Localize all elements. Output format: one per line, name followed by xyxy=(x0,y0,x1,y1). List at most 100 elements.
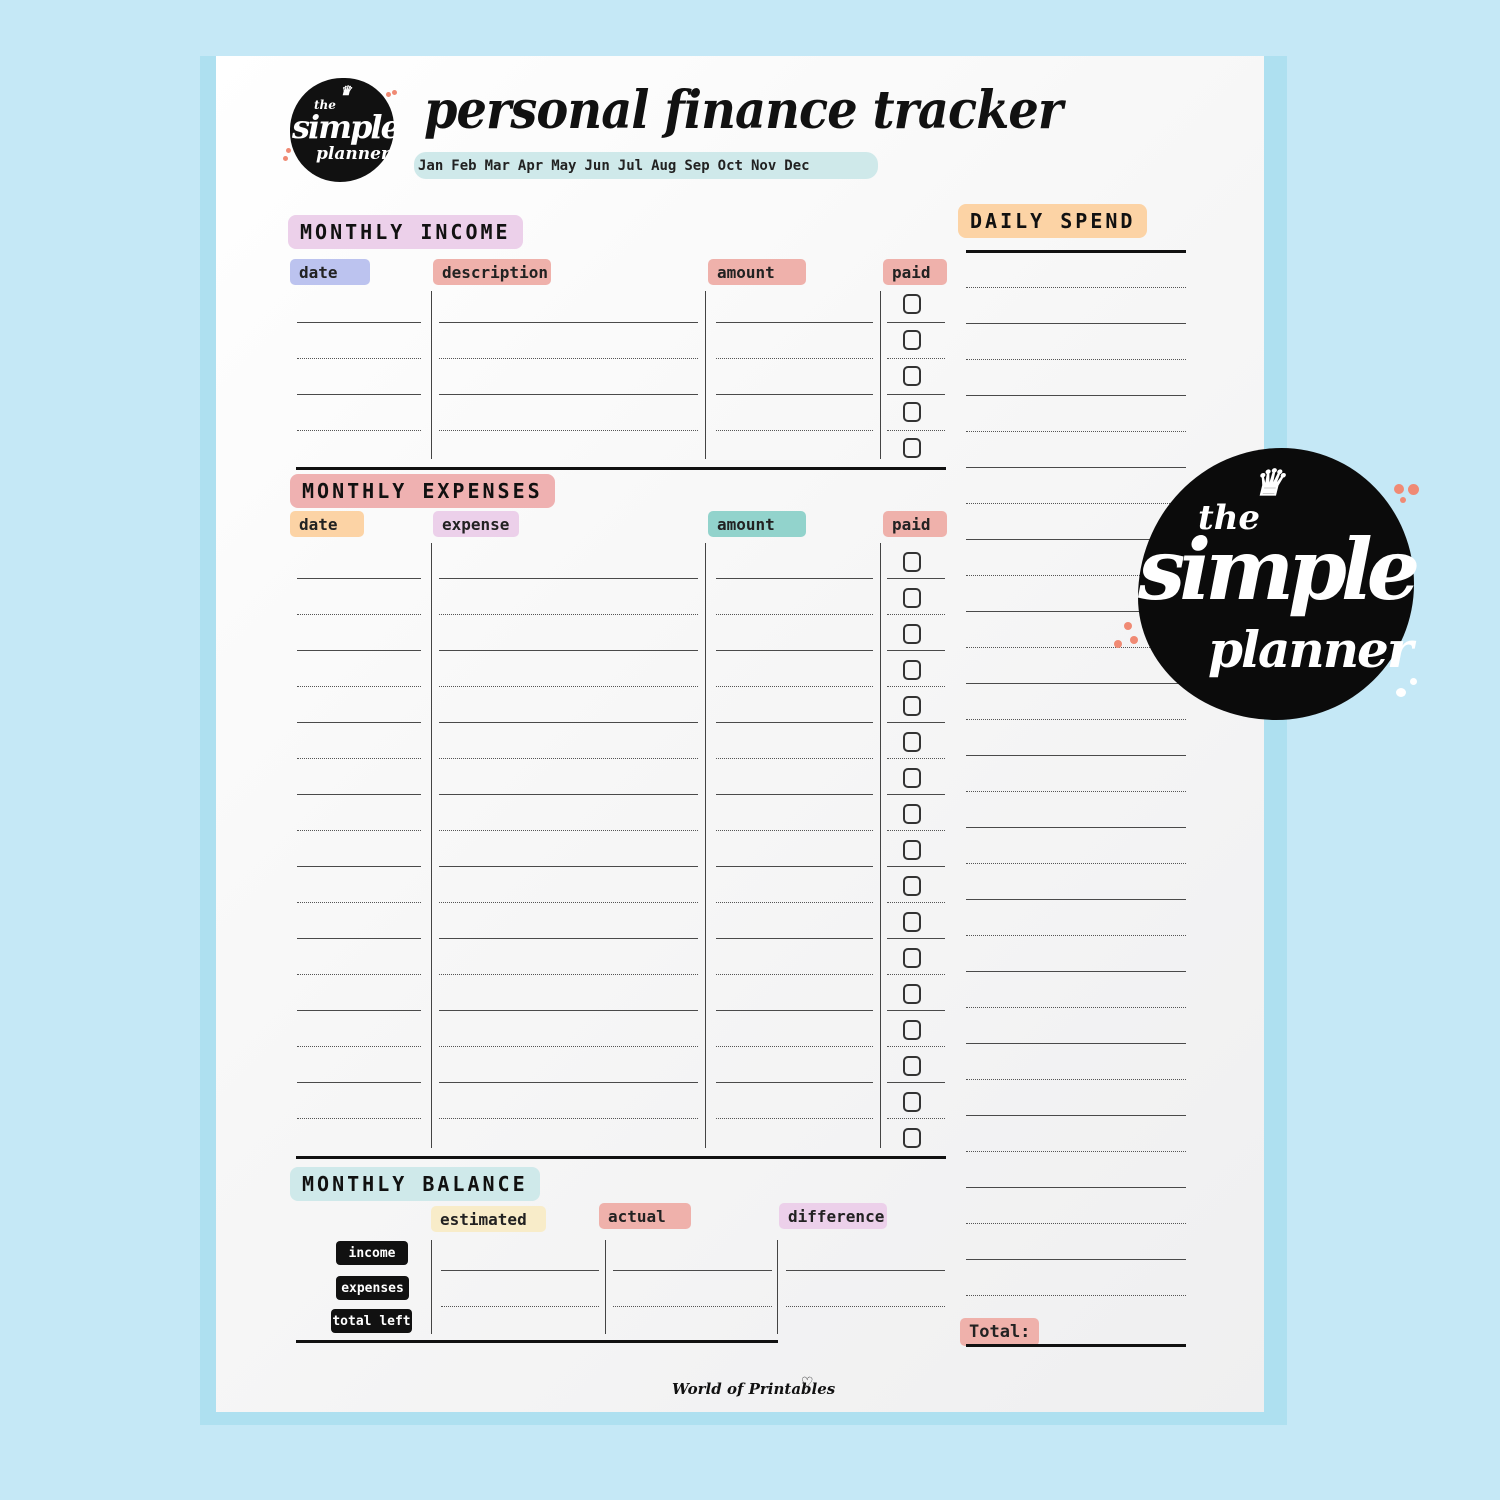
write-line[interactable] xyxy=(297,614,421,615)
daily-spend-line[interactable] xyxy=(966,1115,1186,1116)
write-line[interactable] xyxy=(439,430,698,431)
write-line[interactable] xyxy=(439,650,698,651)
monthly_expenses-paid-checkbox[interactable] xyxy=(903,588,921,608)
write-line[interactable] xyxy=(439,758,698,759)
daily-spend-line[interactable] xyxy=(966,1259,1186,1260)
write-line[interactable] xyxy=(297,358,421,359)
write-line[interactable] xyxy=(297,902,421,903)
write-line[interactable] xyxy=(716,578,873,579)
write-line[interactable] xyxy=(297,1082,421,1083)
write-line[interactable] xyxy=(439,1010,698,1011)
write-line[interactable] xyxy=(297,686,421,687)
daily-spend-line[interactable] xyxy=(966,1223,1186,1224)
write-line[interactable] xyxy=(716,358,873,359)
write-line[interactable] xyxy=(297,974,421,975)
balance-write-line[interactable] xyxy=(441,1306,599,1307)
monthly_income-paid-checkbox[interactable] xyxy=(903,366,921,386)
daily-spend-line[interactable] xyxy=(966,431,1186,432)
write-line[interactable] xyxy=(439,358,698,359)
month-jul[interactable]: Jul xyxy=(618,158,643,174)
write-line[interactable] xyxy=(439,1046,698,1047)
write-line[interactable] xyxy=(297,1010,421,1011)
write-line[interactable] xyxy=(716,650,873,651)
write-line[interactable] xyxy=(887,614,945,615)
write-line[interactable] xyxy=(887,650,945,651)
monthly_expenses-paid-checkbox[interactable] xyxy=(903,876,921,896)
balance-write-line[interactable] xyxy=(441,1270,599,1271)
write-line[interactable] xyxy=(887,578,945,579)
daily-spend-line[interactable] xyxy=(966,719,1186,720)
write-line[interactable] xyxy=(716,686,873,687)
month-apr[interactable]: Apr xyxy=(518,158,543,174)
daily-spend-line[interactable] xyxy=(966,755,1186,756)
write-line[interactable] xyxy=(716,614,873,615)
month-feb[interactable]: Feb xyxy=(451,158,476,174)
month-oct[interactable]: Oct xyxy=(718,158,743,174)
write-line[interactable] xyxy=(716,430,873,431)
monthly_expenses-paid-checkbox[interactable] xyxy=(903,1056,921,1076)
write-line[interactable] xyxy=(297,866,421,867)
daily-spend-line[interactable] xyxy=(966,1151,1186,1152)
write-line[interactable] xyxy=(887,686,945,687)
write-line[interactable] xyxy=(439,722,698,723)
write-line[interactable] xyxy=(439,614,698,615)
write-line[interactable] xyxy=(716,1010,873,1011)
monthly_expenses-paid-checkbox[interactable] xyxy=(903,732,921,752)
monthly_expenses-paid-checkbox[interactable] xyxy=(903,768,921,788)
write-line[interactable] xyxy=(297,1118,421,1119)
write-line[interactable] xyxy=(887,1010,945,1011)
write-line[interactable] xyxy=(716,722,873,723)
write-line[interactable] xyxy=(887,322,945,323)
monthly_expenses-paid-checkbox[interactable] xyxy=(903,840,921,860)
write-line[interactable] xyxy=(439,902,698,903)
daily-spend-line[interactable] xyxy=(966,899,1186,900)
write-line[interactable] xyxy=(887,974,945,975)
write-line[interactable] xyxy=(439,686,698,687)
write-line[interactable] xyxy=(439,1082,698,1083)
daily-spend-line[interactable] xyxy=(966,323,1186,324)
monthly_expenses-paid-checkbox[interactable] xyxy=(903,696,921,716)
balance-write-line[interactable] xyxy=(786,1306,945,1307)
write-line[interactable] xyxy=(887,1118,945,1119)
write-line[interactable] xyxy=(297,938,421,939)
write-line[interactable] xyxy=(439,974,698,975)
write-line[interactable] xyxy=(297,322,421,323)
monthly_income-paid-checkbox[interactable] xyxy=(903,294,921,314)
monthly_expenses-paid-checkbox[interactable] xyxy=(903,1020,921,1040)
daily-spend-line[interactable] xyxy=(966,359,1186,360)
daily-spend-line[interactable] xyxy=(966,1043,1186,1044)
write-line[interactable] xyxy=(716,830,873,831)
write-line[interactable] xyxy=(439,866,698,867)
daily-spend-line[interactable] xyxy=(966,791,1186,792)
write-line[interactable] xyxy=(297,794,421,795)
monthly_expenses-paid-checkbox[interactable] xyxy=(903,912,921,932)
monthly_expenses-paid-checkbox[interactable] xyxy=(903,1128,921,1148)
monthly_expenses-paid-checkbox[interactable] xyxy=(903,804,921,824)
daily-spend-line[interactable] xyxy=(966,287,1186,288)
monthly_expenses-paid-checkbox[interactable] xyxy=(903,552,921,572)
write-line[interactable] xyxy=(887,830,945,831)
write-line[interactable] xyxy=(887,1082,945,1083)
daily-spend-line[interactable] xyxy=(966,1295,1186,1296)
write-line[interactable] xyxy=(716,1082,873,1083)
month-mar[interactable]: Mar xyxy=(485,158,510,174)
daily-spend-line[interactable] xyxy=(966,1187,1186,1188)
write-line[interactable] xyxy=(297,830,421,831)
daily-spend-total-line[interactable] xyxy=(966,1344,1186,1347)
daily-spend-line[interactable] xyxy=(966,503,1186,504)
write-line[interactable] xyxy=(887,1046,945,1047)
write-line[interactable] xyxy=(887,866,945,867)
write-line[interactable] xyxy=(297,722,421,723)
monthly_income-paid-checkbox[interactable] xyxy=(903,330,921,350)
daily-spend-line[interactable] xyxy=(966,395,1186,396)
write-line[interactable] xyxy=(716,1118,873,1119)
write-line[interactable] xyxy=(887,902,945,903)
write-line[interactable] xyxy=(297,650,421,651)
write-line[interactable] xyxy=(716,794,873,795)
monthly_expenses-paid-checkbox[interactable] xyxy=(903,1092,921,1112)
write-line[interactable] xyxy=(716,866,873,867)
month-jun[interactable]: Jun xyxy=(584,158,609,174)
write-line[interactable] xyxy=(716,322,873,323)
write-line[interactable] xyxy=(887,394,945,395)
daily-spend-line[interactable] xyxy=(966,827,1186,828)
